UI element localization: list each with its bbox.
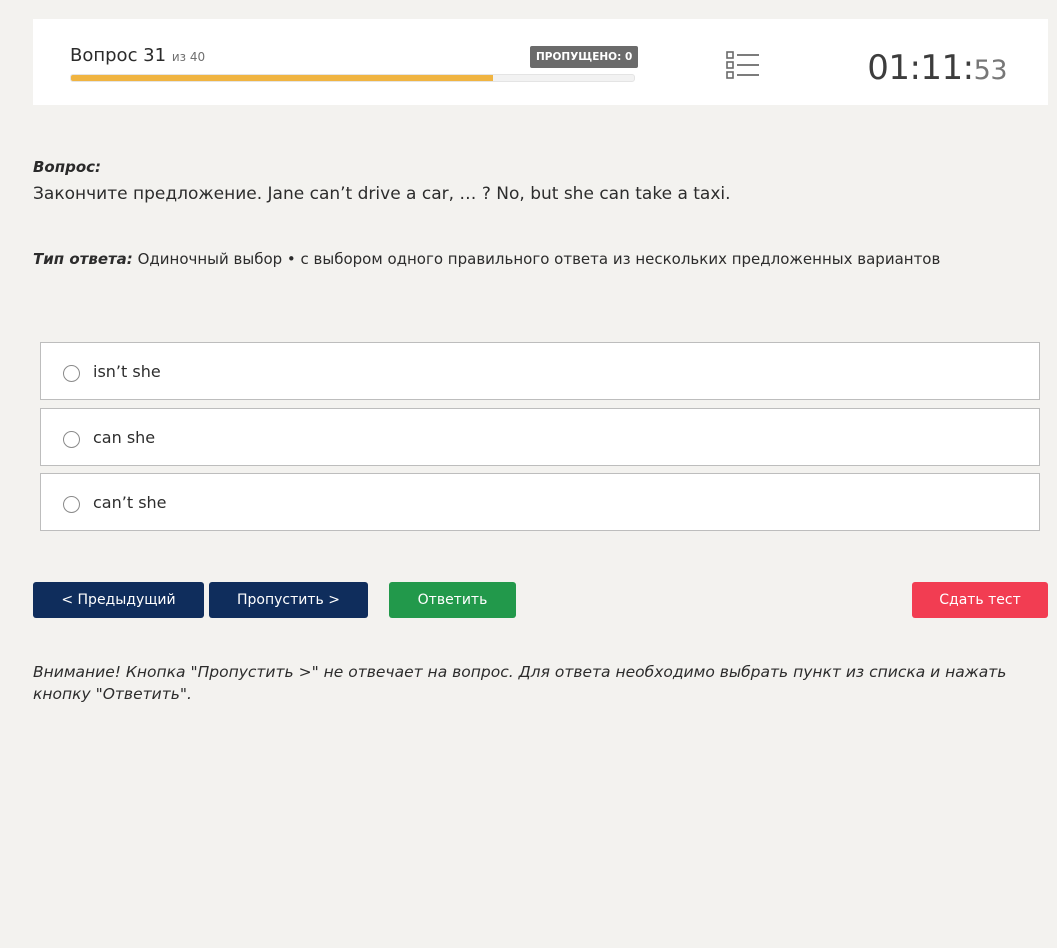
countdown-timer: 01:11:53 — [867, 48, 1007, 88]
answer-type: Тип ответа: Одиночный выбор • с выбором … — [33, 250, 940, 268]
question-number: Вопрос 31 — [70, 45, 167, 66]
previous-button[interactable]: < Предыдущий — [33, 582, 204, 618]
progress-bar-fill — [71, 75, 494, 81]
answer-option-label: can she — [93, 428, 156, 447]
answer-type-value: Одиночный выбор • с выбором одного прави… — [132, 250, 941, 268]
question-header: Вопрос 31 из 40 ПРОПУЩЕНО: 0 01:11:53 — [33, 19, 1048, 105]
question-total: из 40 — [171, 50, 206, 64]
warning-note: Внимание! Кнопка "Пропустить >" не отвеч… — [33, 663, 1007, 703]
answer-option-label: isn’t she — [93, 362, 161, 381]
answer-type-label: Тип ответа: — [33, 250, 133, 268]
radio-button[interactable] — [63, 496, 80, 513]
radio-button[interactable] — [63, 431, 80, 448]
radio-button[interactable] — [63, 365, 80, 382]
finish-test-button[interactable]: Сдать тест — [912, 582, 1048, 618]
timer-seconds: 53 — [973, 55, 1008, 86]
answer-option-3[interactable]: can’t she — [40, 473, 1040, 531]
answer-option-1[interactable]: isn’t she — [40, 342, 1040, 400]
answer-option-2[interactable]: can she — [40, 408, 1040, 466]
skipped-count-badge: ПРОПУЩЕНО: 0 — [530, 46, 639, 68]
question-heading: Вопрос: — [33, 158, 102, 176]
skip-button[interactable]: Пропустить > — [209, 582, 368, 618]
answer-option-label: can’t she — [93, 493, 167, 512]
answer-button[interactable]: Ответить — [389, 582, 516, 618]
question-list-icon[interactable] — [725, 49, 761, 81]
question-text: Закончите предложение. Jane can’t drive … — [33, 184, 731, 204]
question-counter: Вопрос 31 из 40 — [70, 45, 205, 66]
timer-main: 01:11: — [867, 48, 974, 88]
progress-bar — [70, 74, 635, 82]
